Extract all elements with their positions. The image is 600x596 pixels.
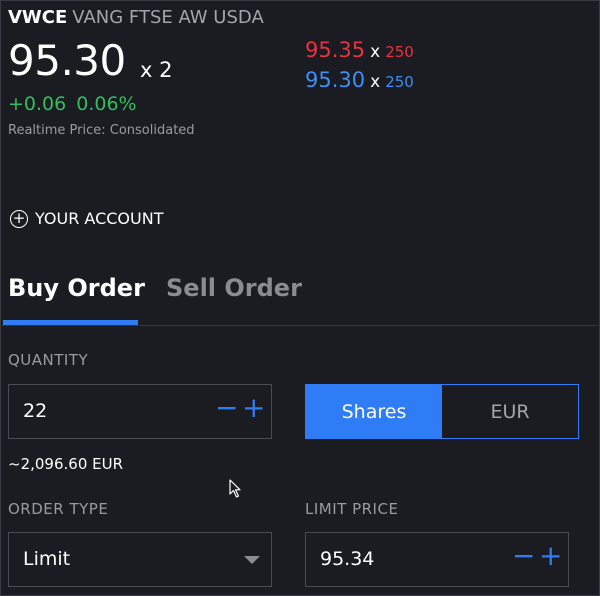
last-trade-size: x 2	[140, 58, 173, 82]
order-type-value: Limit	[23, 548, 71, 570]
plus-circle-icon: +	[10, 209, 28, 228]
price-change: +0.06 0.06%	[8, 93, 137, 115]
order-type-label: ORDER TYPE	[8, 500, 109, 518]
unit-eur-button[interactable]: EUR	[442, 385, 578, 438]
quantity-input[interactable]: 22	[23, 400, 47, 422]
bid-quote: 95.30 x 250	[305, 68, 414, 92]
unit-shares-button[interactable]: Shares	[306, 385, 442, 438]
quantity-decrement-button[interactable]: −	[215, 394, 238, 422]
limit-price-decrement-button[interactable]: −	[512, 542, 535, 570]
instrument-header: VWCE VANG FTSE AW USDA	[8, 7, 264, 28]
tab-sell-order[interactable]: Sell Order	[166, 274, 302, 302]
your-account-toggle[interactable]: + YOUR ACCOUNT	[10, 209, 163, 228]
ask-price: 95.35	[305, 38, 366, 62]
ask-separator: x	[370, 42, 381, 62]
tab-buy-order[interactable]: Buy Order	[8, 274, 145, 302]
caret-down-icon	[244, 556, 260, 564]
ask-size: 250	[385, 43, 414, 61]
change-percent: 0.06%	[76, 93, 137, 115]
limit-price-stepper[interactable]: 95.34 − +	[305, 532, 569, 587]
account-label: YOUR ACCOUNT	[35, 209, 164, 228]
quantity-increment-button[interactable]: +	[242, 394, 265, 422]
order-type-select[interactable]: Limit	[8, 532, 272, 587]
limit-price-increment-button[interactable]: +	[539, 542, 562, 570]
ask-quote: 95.35 x 250	[305, 38, 414, 62]
quantity-stepper[interactable]: 22 − +	[8, 384, 272, 439]
ticker-symbol: VWCE	[8, 7, 68, 28]
mouse-cursor-icon	[229, 479, 241, 498]
tab-divider	[0, 325, 600, 326]
price-source: Realtime Price: Consolidated	[8, 123, 195, 138]
limit-price-input[interactable]: 95.34	[320, 548, 374, 570]
bid-size: 250	[385, 73, 414, 91]
instrument-name: VANG FTSE AW USDA	[72, 7, 264, 28]
last-price: 95.30	[8, 36, 126, 85]
quantity-unit-toggle: Shares EUR	[305, 384, 579, 439]
quantity-label: QUANTITY	[8, 351, 89, 369]
bid-separator: x	[370, 72, 381, 92]
limit-price-label: LIMIT PRICE	[305, 500, 399, 518]
bid-price: 95.30	[305, 68, 366, 92]
estimated-order-value: ~2,096.60 EUR	[8, 455, 124, 473]
change-absolute: +0.06	[8, 93, 67, 115]
